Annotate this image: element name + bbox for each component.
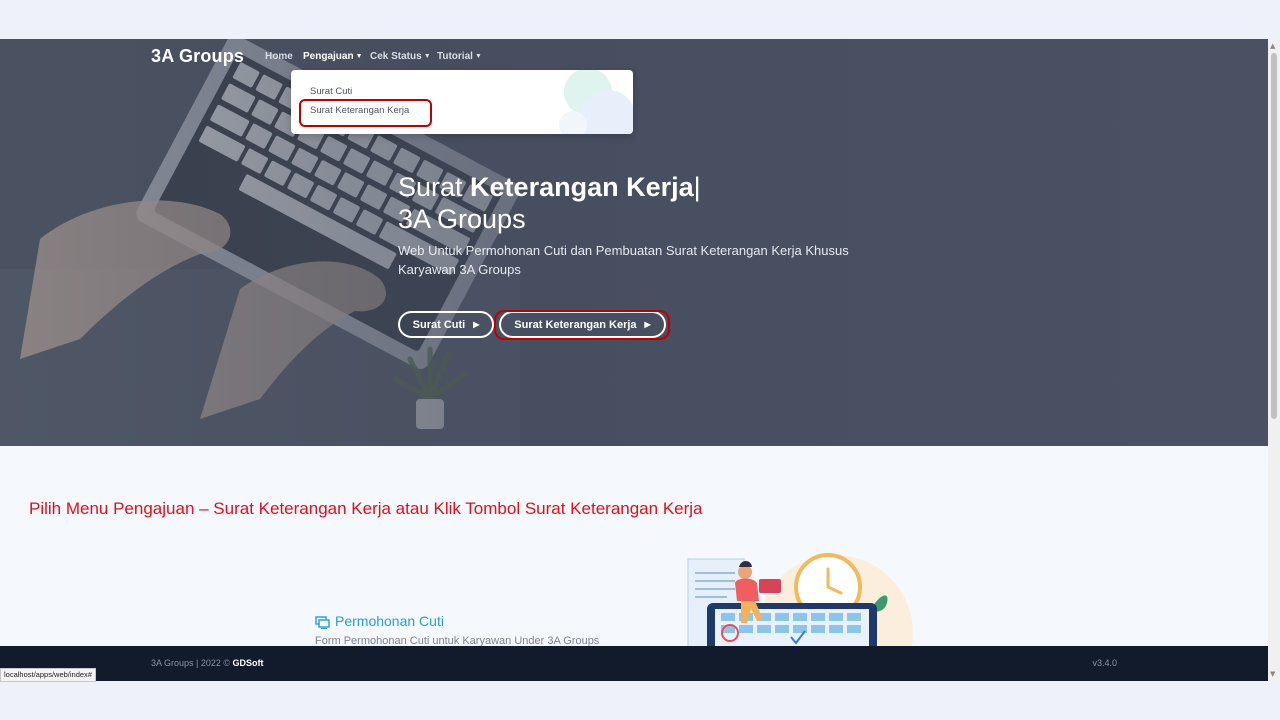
- caret-down-icon: ▼: [423, 53, 431, 60]
- footer-brand-link[interactable]: GDSoft: [233, 658, 264, 668]
- scrollbar-thumb[interactable]: [1271, 53, 1277, 419]
- scroll-up-arrow-icon[interactable]: ▲: [1270, 42, 1275, 50]
- hero-title-line2: 3A Groups: [398, 204, 526, 234]
- page-footer: 3A Groups | 2022 © GDSoft v3.4.0: [0, 646, 1268, 681]
- dropdown-decoration: [559, 70, 633, 134]
- desktop-icon: [315, 616, 330, 629]
- vertical-scrollbar[interactable]: ▲ ▼: [1268, 39, 1280, 681]
- calendar-illustration: [687, 553, 913, 646]
- page-viewport: 3A Groups Home Pengajuan ▼ Cek Status ▼ Tu…: [0, 39, 1268, 681]
- hero-title: Surat Keterangan Kerja| 3A Groups: [398, 171, 701, 235]
- play-arrow-icon: ▶: [644, 320, 651, 329]
- nav-pengajuan[interactable]: Pengajuan ▼: [303, 51, 363, 62]
- caret-down-icon: ▼: [474, 53, 482, 60]
- hero-section: 3A Groups Home Pengajuan ▼ Cek Status ▼ Tu…: [0, 39, 1268, 446]
- nav-tutorial[interactable]: Tutorial ▼: [437, 51, 482, 62]
- play-arrow-icon: ▶: [473, 320, 480, 329]
- nav-tutorial-label: Tutorial: [437, 51, 473, 62]
- footer-copyright: 3A Groups | 2022 © GDSoft: [151, 658, 264, 668]
- top-navbar: 3A Groups Home Pengajuan ▼ Cek Status ▼ Tu…: [0, 39, 1268, 77]
- pengajuan-dropdown-menu: Surat Cuti Surat Keterangan Kerja: [291, 70, 633, 134]
- hero-title-bold: Keterangan Kerja: [470, 172, 694, 202]
- typing-cursor: |: [693, 172, 701, 202]
- dropdown-item-surat-cuti[interactable]: Surat Cuti: [310, 86, 352, 97]
- nav-cek-status-label: Cek Status: [370, 51, 422, 62]
- instruction-text: Pilih Menu Pengajuan – Surat Keterangan …: [29, 499, 703, 518]
- brand-logo[interactable]: 3A Groups: [151, 46, 244, 67]
- status-bar-url: localhost/apps/web/index#: [0, 668, 96, 682]
- footer-version: v3.4.0: [1092, 658, 1117, 668]
- surat-keterangan-kerja-button-label: Surat Keterangan Kerja: [514, 318, 637, 331]
- nav-pengajuan-label: Pengajuan: [303, 51, 354, 62]
- hero-title-prefix: Surat: [398, 172, 471, 202]
- hero-subtitle: Web Untuk Permohonan Cuti dan Pembuatan …: [398, 243, 849, 277]
- nav-cek-status[interactable]: Cek Status ▼: [370, 51, 431, 62]
- caret-down-icon: ▼: [355, 53, 363, 60]
- dropdown-item-surat-keterangan-kerja[interactable]: Surat Keterangan Kerja: [310, 105, 409, 116]
- footer-copyright-text: 3A Groups | 2022 ©: [151, 658, 233, 668]
- nav-home[interactable]: Home: [265, 51, 293, 62]
- service-title[interactable]: Permohonan Cuti: [335, 613, 444, 629]
- surat-cuti-button[interactable]: Surat Cuti ▶: [398, 311, 494, 338]
- surat-keterangan-kerja-button[interactable]: Surat Keterangan Kerja ▶: [499, 311, 666, 338]
- scroll-down-arrow-icon[interactable]: ▼: [1270, 670, 1275, 678]
- surat-cuti-button-label: Surat Cuti: [412, 318, 466, 331]
